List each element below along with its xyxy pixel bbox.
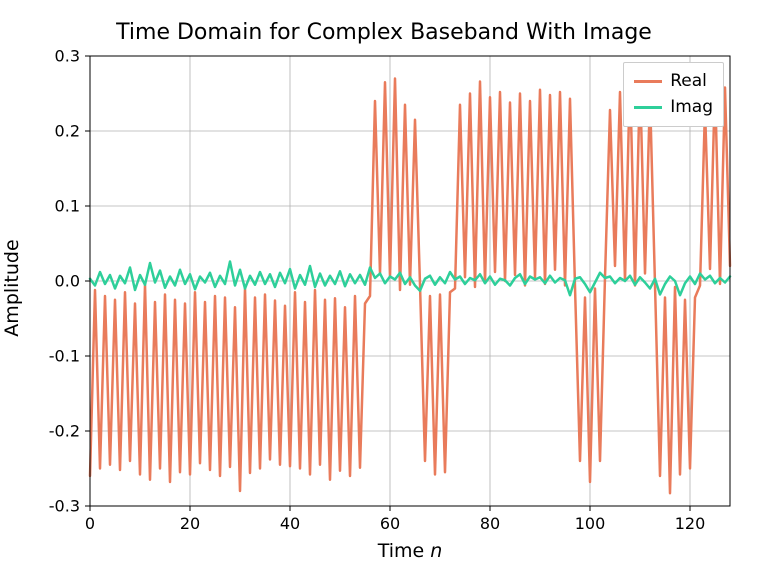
x-tick-label: 20 xyxy=(180,514,200,533)
legend-entry: Imag xyxy=(634,95,713,121)
legend-swatch xyxy=(634,80,662,83)
y-tick-label: 0.2 xyxy=(55,122,80,141)
legend-swatch xyxy=(634,106,662,109)
legend-entry: Real xyxy=(634,69,713,95)
x-tick-label: 80 xyxy=(480,514,500,533)
legend: RealImag xyxy=(623,62,724,127)
xlabel-variable: n xyxy=(430,540,442,562)
y-tick-label: -0.3 xyxy=(49,497,80,516)
x-tick-label: 100 xyxy=(575,514,606,533)
y-tick-label: -0.1 xyxy=(49,347,80,366)
x-tick-label: 120 xyxy=(675,514,706,533)
legend-label: Imag xyxy=(670,95,713,121)
x-tick-label: 0 xyxy=(85,514,95,533)
x-tick-label: 60 xyxy=(380,514,400,533)
y-tick-label: 0.1 xyxy=(55,197,80,216)
x-axis-label: Time n xyxy=(90,540,730,562)
y-tick-label: -0.2 xyxy=(49,422,80,441)
figure: Time Domain for Complex Baseband With Im… xyxy=(0,0,768,576)
legend-label: Real xyxy=(670,69,707,95)
y-tick-label: 0.3 xyxy=(55,47,80,66)
xlabel-prefix: Time xyxy=(378,540,431,562)
plot-area: 020406080100120-0.3-0.2-0.10.00.10.20.3 … xyxy=(90,56,730,506)
y-axis-label: Amplitude xyxy=(1,239,23,336)
y-tick-label: 0.0 xyxy=(55,272,80,291)
x-tick-label: 40 xyxy=(280,514,300,533)
chart-title: Time Domain for Complex Baseband With Im… xyxy=(0,20,768,45)
